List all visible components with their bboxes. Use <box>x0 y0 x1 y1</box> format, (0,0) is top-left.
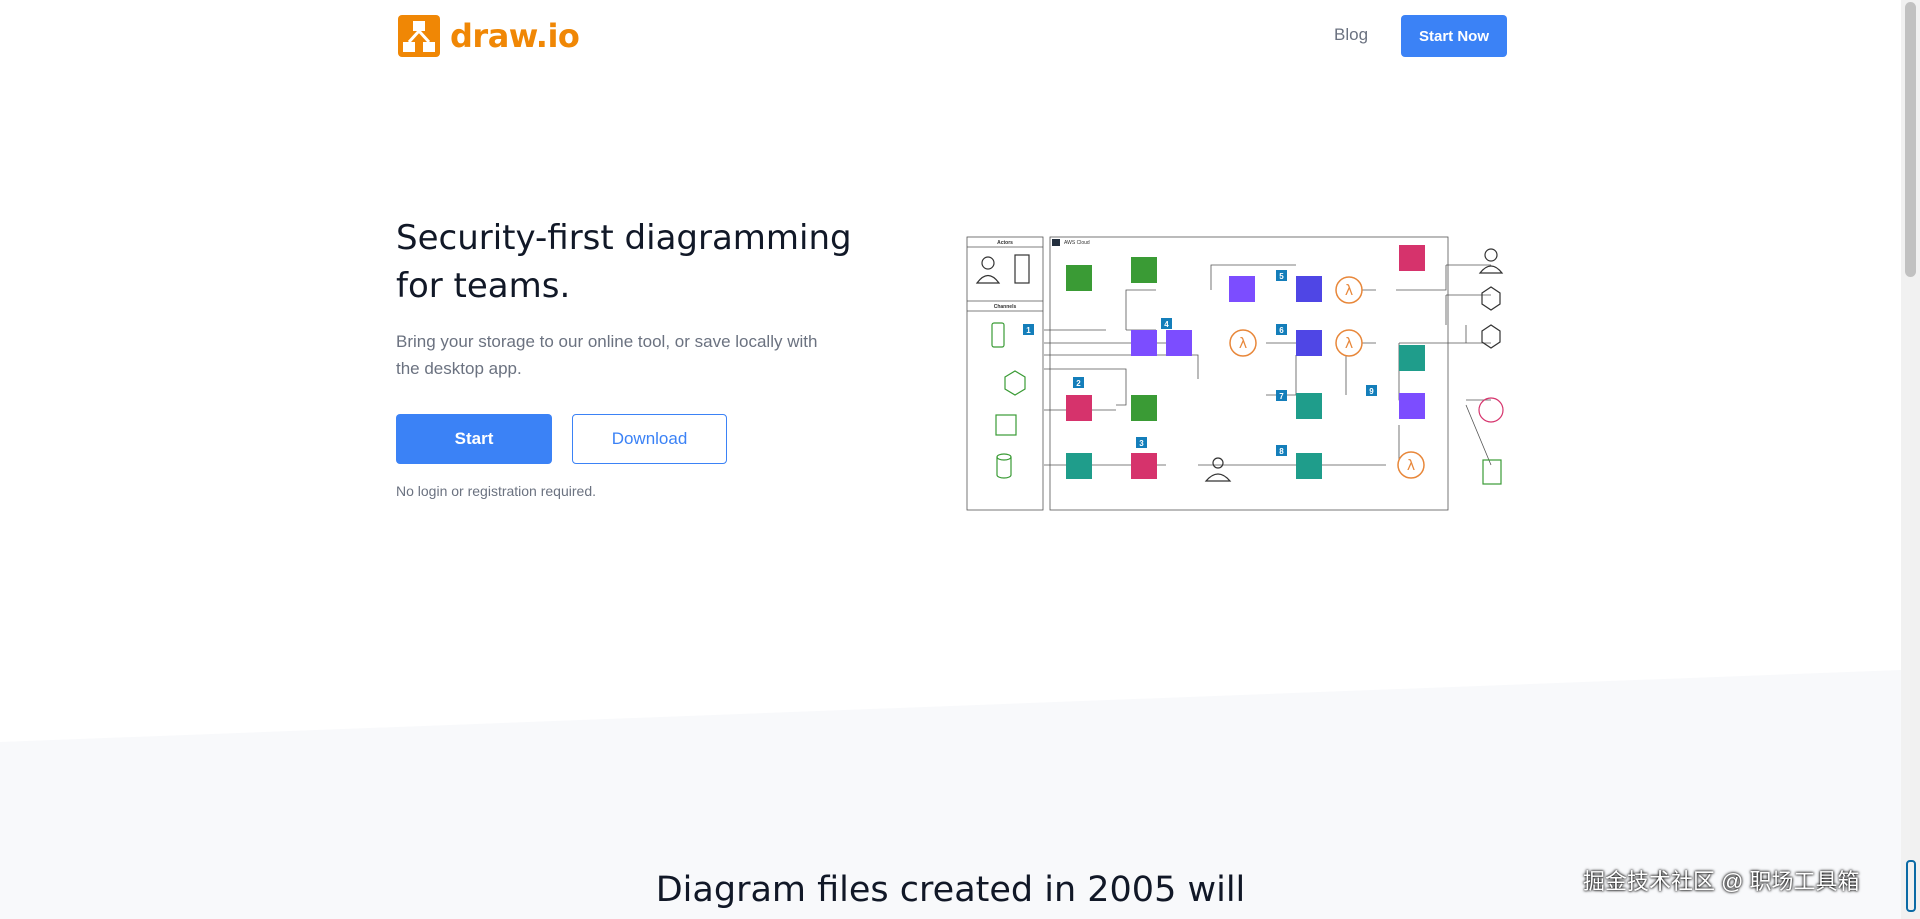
chip-icon <box>995 414 1017 436</box>
service-icon-indigo <box>1296 276 1322 302</box>
stream-icon <box>1166 330 1192 356</box>
service-icon-teal-3 <box>1399 345 1425 371</box>
hero-title-line-2: for teams. <box>396 266 571 306</box>
site-header: draw.io Blog Start Now <box>396 14 1507 58</box>
service-icon-teal-2 <box>1296 453 1322 479</box>
no-login-note: No login or registration required. <box>396 483 596 499</box>
channels-group-label: Channels <box>994 304 1017 310</box>
service-icon-green <box>1066 265 1092 291</box>
step-badge-5: 5 <box>1279 272 1284 281</box>
actors-channels-panel <box>966 236 1044 511</box>
svg-text:λ: λ <box>1407 458 1415 474</box>
mobile-icon <box>991 322 1005 348</box>
step-badges <box>1023 270 1377 456</box>
users-icon <box>1212 457 1224 469</box>
building-icon <box>1014 254 1030 284</box>
bucket-icon <box>1131 257 1157 283</box>
step-badge-3: 3 <box>1139 439 1144 448</box>
step-badge-8: 8 <box>1279 447 1284 456</box>
actors-group-label: Actors <box>997 240 1013 246</box>
download-button[interactable]: Download <box>572 414 727 464</box>
drawio-logo-text: draw.io <box>450 17 580 55</box>
svg-text:λ: λ <box>1345 283 1353 299</box>
page: draw.io Blog Start Now Security-first di… <box>0 0 1901 919</box>
service-icon-indigo-2 <box>1296 330 1322 356</box>
step-badge-6: 6 <box>1279 326 1284 335</box>
cube-icon <box>1004 370 1026 396</box>
step-badge-1: 1 <box>1026 326 1031 335</box>
notes-icon <box>1482 459 1502 485</box>
step-badge-7: 7 <box>1279 392 1284 401</box>
service-icon-teal <box>1066 453 1092 479</box>
service-icon-green-2 <box>1131 395 1157 421</box>
target-icon-2 <box>1399 245 1425 271</box>
start-now-button[interactable]: Start Now <box>1401 15 1507 57</box>
cube-icon-2 <box>1481 286 1501 311</box>
nav-blog-link[interactable]: Blog <box>1334 25 1368 45</box>
svg-text:λ: λ <box>1239 336 1247 352</box>
start-button[interactable]: Start <box>396 414 552 464</box>
globe-icon <box>1478 397 1504 423</box>
step-badge-2: 2 <box>1076 379 1081 388</box>
service-icon-purple <box>1229 276 1255 302</box>
drawio-logo-icon <box>398 15 440 57</box>
hero-title-line-1: Security-first diagramming <box>396 218 852 258</box>
aws-cloud-icon <box>1052 239 1060 246</box>
database-icon <box>996 453 1012 461</box>
gateway-icon <box>1131 330 1157 356</box>
user-icon-2 <box>1484 248 1498 262</box>
step-badge-4: 4 <box>1164 320 1169 329</box>
corner-scroll-icon <box>1906 860 1916 912</box>
hero-subtitle: Bring your storage to our online tool, o… <box>396 328 866 382</box>
service-icon-pink <box>1066 395 1092 421</box>
drawio-logo[interactable]: draw.io <box>398 14 580 58</box>
page-scrollbar[interactable] <box>1901 0 1920 919</box>
step-badge-9: 9 <box>1369 387 1374 396</box>
document-icon <box>1296 393 1322 419</box>
hero-title: Security-first diagramming for teams. <box>396 214 916 310</box>
svg-text:λ: λ <box>1345 336 1353 352</box>
scrollbar-thumb[interactable] <box>1905 2 1916 277</box>
watermark: 掘金技术社区 @ 职场工具箱 <box>1583 869 1860 894</box>
hero-subtitle-line-2: the desktop app. <box>396 359 522 378</box>
user-icon <box>981 256 995 270</box>
cube-icon-3 <box>1481 324 1501 349</box>
aws-cloud-group-label: AWS Cloud <box>1064 240 1090 246</box>
service-icon-purple-2 <box>1399 393 1425 419</box>
hero-subtitle-line-1: Bring your storage to our online tool, o… <box>396 332 818 351</box>
target-icon <box>1131 453 1157 479</box>
aws-architecture-diagram: Actors Channels AWS Cloud λλλλ 1 2 3 4 5… <box>966 236 1504 511</box>
